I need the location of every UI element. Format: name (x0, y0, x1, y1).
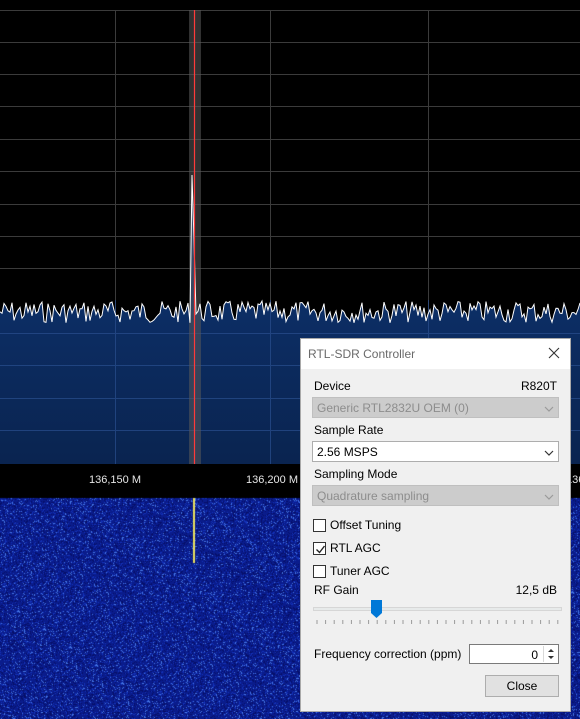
chevron-down-icon (544, 491, 554, 501)
device-select: Generic RTL2832U OEM (0) (312, 397, 559, 418)
offset-tuning-box[interactable] (313, 519, 326, 532)
freq-correction-label: Frequency correction (ppm) (314, 647, 462, 661)
rf-gain-value: 12,5 dB (515, 583, 557, 597)
dialog-title: RTL-SDR Controller (308, 347, 416, 361)
device-tuner-value: R820T (520, 379, 557, 393)
spin-down-icon (548, 656, 554, 659)
rf-gain-label: RF Gain (314, 583, 359, 597)
sampling-mode-select-value: Quadrature sampling (317, 489, 430, 503)
rf-gain-slider-thumb[interactable] (371, 600, 382, 618)
sample-rate-select[interactable]: 2.56 MSPS (312, 441, 559, 462)
tuner-agc-box[interactable] (313, 565, 326, 578)
rf-gain-ticks (316, 620, 559, 624)
tuner-agc-label: Tuner AGC (330, 564, 390, 578)
freq-label-136200: 136,200 M (246, 474, 298, 486)
offset-tuning-label: Offset Tuning (330, 518, 402, 532)
spin-up-icon (548, 649, 554, 652)
chevron-down-icon[interactable] (544, 447, 554, 457)
chevron-down-icon (544, 403, 554, 413)
sampling-mode-select: Quadrature sampling (312, 485, 559, 506)
close-button[interactable]: Close (485, 675, 559, 697)
device-label: Device (314, 379, 351, 393)
dialog-titlebar[interactable]: RTL-SDR Controller (301, 339, 570, 369)
rf-gain-slider-track[interactable] (313, 607, 562, 611)
rtl-sdr-controller-dialog: RTL-SDR Controller Device R820T Generic … (300, 338, 571, 712)
sample-rate-label: Sample Rate (314, 423, 384, 437)
sample-rate-select-value: 2.56 MSPS (317, 445, 378, 459)
spin-buttons[interactable] (543, 646, 557, 662)
rtl-agc-box[interactable] (313, 542, 326, 555)
device-select-value: Generic RTL2832U OEM (0) (317, 401, 469, 415)
freq-correction-value[interactable]: 0 (531, 648, 538, 662)
close-icon[interactable] (546, 345, 562, 361)
freq-label-136150: 136,150 M (89, 474, 141, 486)
rtl-agc-label: RTL AGC (330, 541, 381, 555)
freq-correction-spinbox[interactable]: 0 (469, 644, 559, 664)
sampling-mode-label: Sampling Mode (314, 467, 398, 481)
